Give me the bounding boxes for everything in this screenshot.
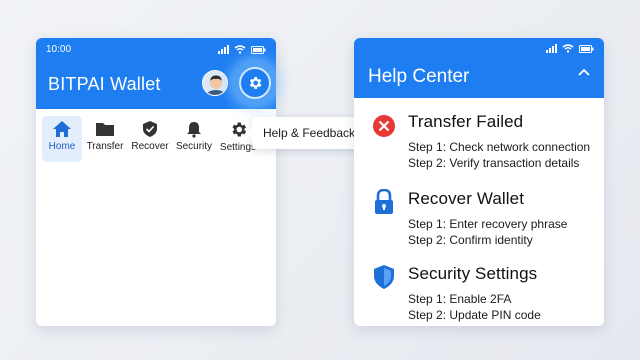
nav-item-transfer[interactable]: Transfer (82, 116, 128, 162)
nav-label: Recover (131, 141, 169, 152)
help-feedback-tooltip[interactable]: Help & Feedback (246, 117, 366, 149)
status-bar (546, 44, 594, 53)
chevron-up-icon[interactable] (578, 68, 590, 76)
shield-check-icon (143, 121, 157, 137)
section-step: Step 1: Check network connection (408, 140, 591, 154)
nav-label: Settings (219, 142, 257, 153)
section-step: Step 1: Enter recovery phrase (408, 217, 568, 231)
help-header: Help Center (354, 38, 604, 98)
battery-icon (251, 45, 266, 54)
home-icon (53, 121, 71, 137)
wallet-header: 10:00 BITPAI Wallet (36, 38, 278, 109)
status-time: 10:00 (46, 44, 72, 55)
signal-icon (546, 44, 557, 53)
nav-item-home[interactable]: Home (42, 116, 82, 162)
gear-icon (249, 77, 262, 89)
app-title: BITPAI Wallet (48, 74, 161, 94)
tooltip-label: Help & Feedback (262, 126, 356, 140)
battery-icon (579, 44, 594, 53)
wifi-icon (562, 44, 574, 53)
help-section-security-settings[interactable]: Security Settings Step 1: Enable 2FA Ste… (354, 262, 604, 326)
nav-label: Home (48, 141, 76, 152)
folder-icon (96, 123, 114, 136)
avatar[interactable] (202, 70, 228, 96)
section-title: Recover Wallet (408, 189, 525, 208)
nav-label: Transfer (86, 141, 124, 152)
lock-icon (375, 189, 393, 214)
user-avatar-icon (203, 71, 227, 95)
bell-icon (187, 122, 201, 138)
help-center-screen: Help Center Transfer Failed Step 1: Chec… (354, 38, 604, 326)
error-x-icon (373, 115, 395, 137)
help-section-recover-wallet[interactable]: Recover Wallet Step 1: Enter recovery ph… (354, 187, 604, 257)
section-title: Security Settings (408, 264, 538, 283)
wifi-icon (234, 45, 246, 54)
bottom-nav: Home Transfer Recover Security Settings (42, 116, 272, 162)
section-title: Transfer Failed (408, 112, 524, 131)
nav-item-security[interactable]: Security (172, 116, 216, 162)
section-step: Step 2: Verify transaction details (408, 156, 580, 170)
section-step: Step 2: Confirm identity (408, 233, 533, 247)
nav-item-recover[interactable]: Recover (128, 116, 172, 162)
wallet-app-screen: 10:00 BITPAI Wallet Home Transfer Recove… (36, 38, 278, 326)
section-step: Step 2: Update PIN code (408, 308, 541, 322)
signal-icon (218, 45, 229, 54)
help-section-transfer-failed[interactable]: Transfer Failed Step 1: Check network co… (354, 110, 604, 180)
settings-button[interactable] (239, 67, 271, 99)
gear-icon (231, 122, 246, 137)
nav-label: Security (175, 141, 213, 152)
status-bar: 10:00 (46, 44, 266, 55)
section-step: Step 1: Enable 2FA (408, 292, 512, 306)
page-title: Help Center (368, 66, 470, 87)
shield-icon (374, 265, 394, 289)
